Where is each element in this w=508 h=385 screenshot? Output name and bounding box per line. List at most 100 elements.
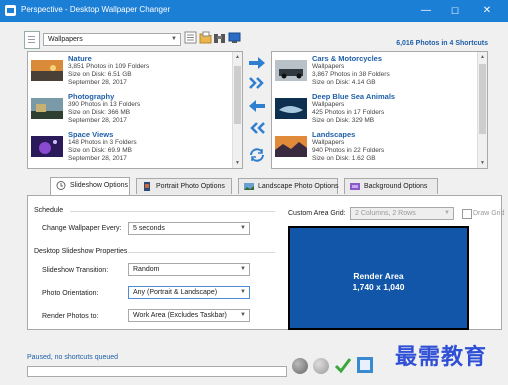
render-area-size: 1,740 x 1,040 [352,282,405,292]
render-area-preview[interactable]: Render Area 1,740 x 1,040 [288,226,469,330]
item-photo-count: 390 Photos in 13 Folders [68,101,141,108]
progress-bar [27,366,287,377]
scrollbar[interactable]: ▲ ▼ [477,52,487,168]
tab-portrait-photo-options[interactable]: Portrait Photo Options [136,178,232,194]
render-area-title: Render Area [353,271,404,281]
list-item[interactable]: Nature 3,851 Photos in 109 Folders Size … [28,52,242,90]
list-item[interactable]: Deep Blue Sea Animals Wallpapers 425 Pho… [272,90,487,128]
tab-label: Background Options [364,183,428,190]
scroll-up-icon[interactable]: ▲ [234,54,241,60]
item-disk-size: Size on Disk: 4.14 GB [312,79,376,86]
tab-label: Portrait Photo Options [156,183,225,190]
item-photo-count: 3,851 Photos in 109 Folders [68,63,150,70]
remove-all-icon[interactable] [248,121,266,135]
maximize-button[interactable]: ☐ [443,0,467,22]
scroll-down-icon[interactable]: ▼ [479,160,486,166]
change-interval-value: 5 seconds [133,225,165,232]
shortcut-list-right[interactable]: Cars & Motorcycles Wallpapers 3,867 Phot… [271,51,488,169]
monitor-icon[interactable] [228,31,241,44]
chevron-down-icon: ▼ [171,36,177,42]
item-category: Wallpapers [312,139,345,146]
properties-heading: Desktop Slideshow Properties [34,248,128,255]
item-disk-size: Size on Disk: 329 MB [312,117,375,124]
title-bar: Perspective - Desktop Wallpaper Changer … [0,0,508,22]
transition-select[interactable]: Random ▼ [128,263,250,276]
divider [70,211,275,212]
render-to-select[interactable]: Work Area (Excludes Taskbar) ▼ [128,309,250,322]
change-interval-select[interactable]: 5 seconds ▼ [128,222,250,235]
thumbnail-image [275,98,307,119]
item-title: Cars & Motorcycles [312,54,383,63]
shortcut-select-value: Wallpapers [48,36,83,43]
item-photo-count: 148 Photos in 3 Folders [68,139,137,146]
scrollbar[interactable]: ▲ ▼ [232,52,242,168]
orientation-value: Any (Portrait & Landscape) [133,289,218,296]
close-button[interactable]: ✕ [472,0,502,22]
chevron-down-icon: ▼ [240,289,246,295]
item-photo-count: 940 Photos in 22 Folders [312,147,385,154]
folder-icon[interactable] [199,31,212,44]
landscape-photo-icon [244,183,254,190]
schedule-heading: Schedule [34,207,64,214]
draw-grid-checkbox[interactable] [462,209,472,219]
item-category: Wallpapers [312,101,345,108]
shortcut-list-left[interactable]: Nature 3,851 Photos in 109 Folders Size … [27,51,243,169]
list-item[interactable]: Space Views 148 Photos in 3 Folders Size… [28,128,242,166]
shortcut-list-icon[interactable] [24,31,40,49]
add-arrow-icon[interactable] [248,56,266,70]
thumbnail-image [275,60,307,81]
scroll-up-icon[interactable]: ▲ [479,54,486,60]
chevron-down-icon: ▼ [444,210,450,216]
add-all-icon[interactable] [248,76,266,90]
chevron-down-icon: ▼ [240,225,246,231]
clock-icon [56,181,66,190]
custom-grid-value: 2 Columns, 2 Rows [355,210,416,217]
window-title: Perspective - Desktop Wallpaper Changer [21,5,171,14]
binoculars-icon[interactable] [213,31,226,44]
shortcut-count: 6,016 Photos in 4 Shortcuts [396,40,488,47]
app-icon [5,5,16,16]
scroll-down-icon[interactable]: ▼ [234,160,241,166]
item-photo-count: 425 Photos in 17 Folders [312,109,385,116]
minimize-button[interactable]: — [414,0,438,22]
scroll-thumb[interactable] [234,66,241,124]
portrait-photo-icon [144,182,150,191]
tab-landscape-photo-options[interactable]: Landscape Photo Options [238,178,339,194]
tab-label: Slideshow Options [70,182,128,189]
item-title: Space Views [68,130,114,139]
thumbnail-image [31,136,63,157]
item-title: Nature [68,54,92,63]
thumbnail-image [31,98,63,119]
orientation-label: Photo Orientation: [42,290,99,297]
list-item[interactable]: Photography 390 Photos in 13 Folders Siz… [28,90,242,128]
item-title: Deep Blue Sea Animals [312,92,396,101]
list-item[interactable]: Cars & Motorcycles Wallpapers 3,867 Phot… [272,52,487,90]
item-disk-size: Size on Disk: 69.9 MB [68,147,132,154]
record-button[interactable] [292,358,308,374]
custom-grid-select[interactable]: 2 Columns, 2 Rows ▼ [350,207,454,220]
tab-background-options[interactable]: Background Options [344,178,438,194]
item-date: September 28, 2017 [68,117,127,124]
thumbnail-image [275,136,307,157]
item-category: Wallpapers [312,63,345,70]
orientation-select[interactable]: Any (Portrait & Landscape) ▼ [128,286,250,299]
transition-value: Random [133,266,160,273]
tab-slideshow-options[interactable]: Slideshow Options [50,177,130,195]
chevron-down-icon: ▼ [240,312,246,318]
item-title: Photography [68,92,115,101]
scroll-thumb[interactable] [479,64,486,134]
render-to-value: Work Area (Excludes Taskbar) [133,312,227,319]
shortcut-select[interactable]: Wallpapers ▼ [43,33,181,46]
list-item[interactable]: Landscapes Wallpapers 940 Photos in 22 F… [272,128,487,166]
stop-button[interactable] [313,358,329,374]
change-wallpaper-label: Change Wallpaper Every: [42,225,122,232]
draw-grid-label: Draw Grid [473,210,505,217]
thumbnail-image [31,60,63,81]
checkmark-icon[interactable] [334,356,352,374]
remove-arrow-icon[interactable] [248,99,266,113]
settings-icon[interactable] [356,356,374,374]
item-disk-size: Size on Disk: 6.51 GB [68,71,132,78]
refresh-icon[interactable] [248,148,266,162]
list-view-icon[interactable] [184,31,197,44]
chevron-down-icon: ▼ [240,266,246,272]
